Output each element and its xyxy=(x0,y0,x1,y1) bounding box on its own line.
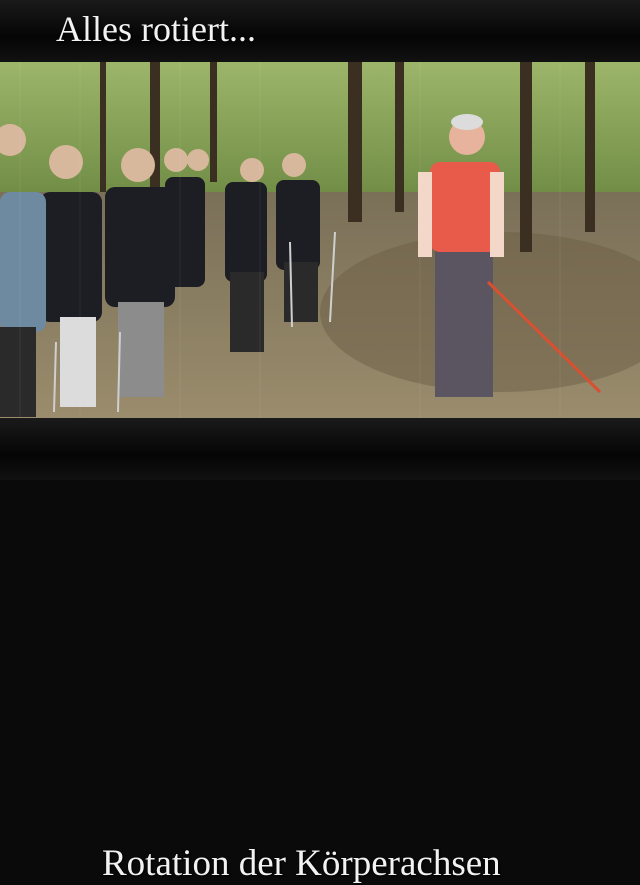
video-title-caption: Alles rotiert... xyxy=(56,9,256,49)
forest-scene xyxy=(0,62,640,418)
video-subtitle-caption: Rotation der Körperachsen xyxy=(102,843,501,884)
participant-trousers xyxy=(60,317,96,407)
forest-photo xyxy=(0,62,640,418)
top-caption-bar: Alles rotiert... xyxy=(0,0,640,62)
bottom-caption-bar: Rotation der Körperachsen xyxy=(0,418,640,884)
